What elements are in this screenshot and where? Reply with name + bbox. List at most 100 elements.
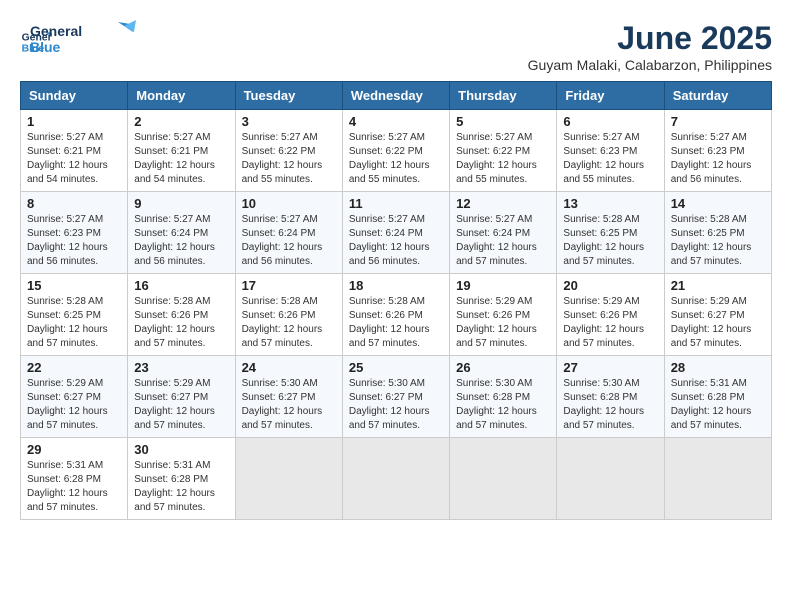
day-cell: 26Sunrise: 5:30 AM Sunset: 6:28 PM Dayli… [450, 356, 557, 438]
header-thursday: Thursday [450, 82, 557, 110]
day-number: 12 [456, 196, 550, 211]
day-info: Sunrise: 5:28 AM Sunset: 6:26 PM Dayligh… [134, 295, 228, 351]
header-friday: Friday [557, 82, 664, 110]
day-info: Sunrise: 5:27 AM Sunset: 6:24 PM Dayligh… [349, 213, 443, 269]
day-info: Sunrise: 5:29 AM Sunset: 6:27 PM Dayligh… [671, 295, 765, 351]
week-row-5: 29 Sunrise: 5:31 AM Sunset: 6:28 PM Dayli… [21, 438, 772, 520]
day-info: Sunrise: 5:31 AM Sunset: 6:28 PM Dayligh… [27, 459, 121, 515]
day-number: 14 [671, 196, 765, 211]
header-tuesday: Tuesday [235, 82, 342, 110]
day-cell: 2 Sunrise: 5:27 AM Sunset: 6:21 PM Daylig… [128, 110, 235, 192]
svg-text:General: General [30, 23, 82, 39]
header-wednesday: Wednesday [342, 82, 449, 110]
logo: General Blue General Blue [20, 20, 138, 63]
day-cell: 22Sunrise: 5:29 AM Sunset: 6:27 PM Dayli… [21, 356, 128, 438]
day-info: Sunrise: 5:28 AM Sunset: 6:25 PM Dayligh… [563, 213, 657, 269]
day-number: 6 [563, 114, 657, 129]
page-header: General Blue General Blue June 2025 Guya… [20, 20, 772, 73]
day-info: Sunrise: 5:30 AM Sunset: 6:28 PM Dayligh… [563, 377, 657, 433]
day-number: 13 [563, 196, 657, 211]
day-info: Sunrise: 5:29 AM Sunset: 6:26 PM Dayligh… [563, 295, 657, 351]
day-info: Sunrise: 5:28 AM Sunset: 6:25 PM Dayligh… [27, 295, 121, 351]
day-info: Sunrise: 5:28 AM Sunset: 6:26 PM Dayligh… [242, 295, 336, 351]
logo-graphic: General Blue [28, 20, 138, 58]
day-number: 17 [242, 278, 336, 293]
day-number: 24 [242, 360, 336, 375]
day-info: Sunrise: 5:27 AM Sunset: 6:22 PM Dayligh… [242, 131, 336, 187]
day-cell: 13 Sunrise: 5:28 AM Sunset: 6:25 PM Dayli… [557, 192, 664, 274]
day-number: 1 [27, 114, 121, 129]
day-cell [450, 438, 557, 520]
day-info: Sunrise: 5:29 AM Sunset: 6:27 PM Dayligh… [134, 377, 228, 433]
day-number: 4 [349, 114, 443, 129]
day-info: Sunrise: 5:30 AM Sunset: 6:27 PM Dayligh… [349, 377, 443, 433]
day-cell: 7 Sunrise: 5:27 AM Sunset: 6:23 PM Daylig… [664, 110, 771, 192]
day-cell: 23 Sunrise: 5:29 AM Sunset: 6:27 PM Dayli… [128, 356, 235, 438]
day-info: Sunrise: 5:27 AM Sunset: 6:23 PM Dayligh… [671, 131, 765, 187]
day-info: Sunrise: 5:27 AM Sunset: 6:23 PM Dayligh… [27, 213, 121, 269]
day-number: 5 [456, 114, 550, 129]
day-number: 22 [27, 360, 121, 375]
day-number: 23 [134, 360, 228, 375]
day-cell: 16 Sunrise: 5:28 AM Sunset: 6:26 PM Dayli… [128, 274, 235, 356]
day-cell: 29 Sunrise: 5:31 AM Sunset: 6:28 PM Dayli… [21, 438, 128, 520]
day-cell: 14 Sunrise: 5:28 AM Sunset: 6:25 PM Dayli… [664, 192, 771, 274]
day-cell [342, 438, 449, 520]
week-row-4: 22 Sunrise: 5:29 AM Sunset: 6:27 PM Dayli… [21, 356, 772, 438]
svg-text:Blue: Blue [30, 39, 61, 55]
day-cell: 12 Sunrise: 5:27 AM Sunset: 6:24 PM Dayli… [450, 192, 557, 274]
day-number: 20 [563, 278, 657, 293]
day-info: Sunrise: 5:31 AM Sunset: 6:28 PM Dayligh… [671, 377, 765, 433]
header-saturday: Saturday [664, 82, 771, 110]
day-cell: 17 Sunrise: 5:28 AM Sunset: 6:26 PM Dayli… [235, 274, 342, 356]
day-number: 29 [27, 442, 121, 457]
day-info: Sunrise: 5:27 AM Sunset: 6:22 PM Dayligh… [456, 131, 550, 187]
day-cell [664, 438, 771, 520]
day-cell: 11 Sunrise: 5:27 AM Sunset: 6:24 PM Dayli… [342, 192, 449, 274]
day-info: Sunrise: 5:27 AM Sunset: 6:24 PM Dayligh… [242, 213, 336, 269]
day-number: 27 [563, 360, 657, 375]
day-cell: 6 Sunrise: 5:27 AM Sunset: 6:23 PM Daylig… [557, 110, 664, 192]
week-row-1: 1 Sunrise: 5:27 AM Sunset: 6:21 PM Daylig… [21, 110, 772, 192]
calendar-table: SundayMondayTuesdayWednesdayThursdayFrid… [20, 81, 772, 520]
day-cell: 30Sunrise: 5:31 AM Sunset: 6:28 PM Dayli… [128, 438, 235, 520]
header-row: SundayMondayTuesdayWednesdayThursdayFrid… [21, 82, 772, 110]
day-number: 8 [27, 196, 121, 211]
day-number: 11 [349, 196, 443, 211]
day-info: Sunrise: 5:27 AM Sunset: 6:24 PM Dayligh… [456, 213, 550, 269]
day-cell: 1 Sunrise: 5:27 AM Sunset: 6:21 PM Daylig… [21, 110, 128, 192]
day-cell: 24Sunrise: 5:30 AM Sunset: 6:27 PM Dayli… [235, 356, 342, 438]
title-area: June 2025 Guyam Malaki, Calabarzon, Phil… [528, 20, 772, 73]
day-cell: 20 Sunrise: 5:29 AM Sunset: 6:26 PM Dayli… [557, 274, 664, 356]
day-info: Sunrise: 5:28 AM Sunset: 6:25 PM Dayligh… [671, 213, 765, 269]
day-cell: 9Sunrise: 5:27 AM Sunset: 6:24 PM Daylig… [128, 192, 235, 274]
day-info: Sunrise: 5:27 AM Sunset: 6:23 PM Dayligh… [563, 131, 657, 187]
day-cell: 25Sunrise: 5:30 AM Sunset: 6:27 PM Dayli… [342, 356, 449, 438]
day-info: Sunrise: 5:28 AM Sunset: 6:26 PM Dayligh… [349, 295, 443, 351]
day-info: Sunrise: 5:29 AM Sunset: 6:26 PM Dayligh… [456, 295, 550, 351]
day-cell: 19 Sunrise: 5:29 AM Sunset: 6:26 PM Dayli… [450, 274, 557, 356]
day-cell: 27 Sunrise: 5:30 AM Sunset: 6:28 PM Dayli… [557, 356, 664, 438]
day-cell: 8 Sunrise: 5:27 AM Sunset: 6:23 PM Daylig… [21, 192, 128, 274]
day-number: 21 [671, 278, 765, 293]
day-info: Sunrise: 5:27 AM Sunset: 6:22 PM Dayligh… [349, 131, 443, 187]
day-number: 2 [134, 114, 228, 129]
day-number: 7 [671, 114, 765, 129]
day-number: 19 [456, 278, 550, 293]
day-number: 30 [134, 442, 228, 457]
week-row-3: 15Sunrise: 5:28 AM Sunset: 6:25 PM Dayli… [21, 274, 772, 356]
day-number: 16 [134, 278, 228, 293]
day-number: 10 [242, 196, 336, 211]
day-number: 26 [456, 360, 550, 375]
header-sunday: Sunday [21, 82, 128, 110]
day-cell: 18Sunrise: 5:28 AM Sunset: 6:26 PM Dayli… [342, 274, 449, 356]
day-cell: 21 Sunrise: 5:29 AM Sunset: 6:27 PM Dayli… [664, 274, 771, 356]
calendar-subtitle: Guyam Malaki, Calabarzon, Philippines [528, 57, 772, 73]
day-info: Sunrise: 5:27 AM Sunset: 6:21 PM Dayligh… [134, 131, 228, 187]
day-info: Sunrise: 5:27 AM Sunset: 6:24 PM Dayligh… [134, 213, 228, 269]
day-cell: 4 Sunrise: 5:27 AM Sunset: 6:22 PM Daylig… [342, 110, 449, 192]
day-cell: 3Sunrise: 5:27 AM Sunset: 6:22 PM Daylig… [235, 110, 342, 192]
week-row-2: 8 Sunrise: 5:27 AM Sunset: 6:23 PM Daylig… [21, 192, 772, 274]
day-number: 28 [671, 360, 765, 375]
day-info: Sunrise: 5:27 AM Sunset: 6:21 PM Dayligh… [27, 131, 121, 187]
